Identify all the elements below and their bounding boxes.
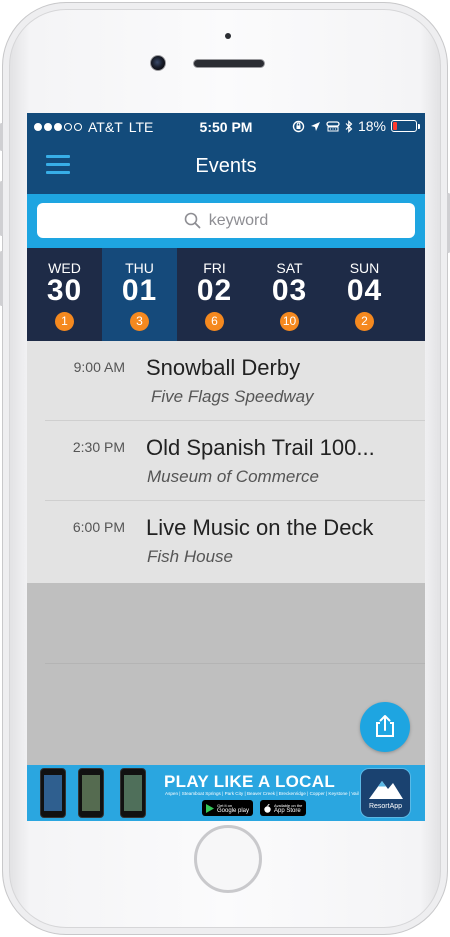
event-time: 9:00 AM xyxy=(73,359,125,375)
date-tab[interactable]: SUN 04 2 xyxy=(327,248,402,341)
day-number: 01 xyxy=(121,274,158,307)
navigation-bar: Events xyxy=(27,140,425,194)
home-button[interactable] xyxy=(194,825,262,893)
event-venue: Five Flags Speedway xyxy=(151,387,314,406)
event-time: 6:00 PM xyxy=(72,519,125,535)
ad-phone-image xyxy=(40,768,66,818)
front-camera xyxy=(150,55,166,71)
day-number: 04 xyxy=(346,274,383,307)
battery-icon xyxy=(391,120,420,132)
day-number: 02 xyxy=(196,274,233,307)
event-count-badge: 10 xyxy=(280,312,299,331)
day-number: 0 xyxy=(402,274,425,308)
date-tab[interactable]: SAT 03 10 xyxy=(252,248,327,341)
status-bar: AT&T LTE 5:50 PM 18% xyxy=(27,113,425,140)
apple-icon xyxy=(264,803,271,813)
day-number: 03 xyxy=(271,274,308,307)
mute-switch xyxy=(0,123,3,151)
event-count-badge: 1 xyxy=(55,312,74,331)
share-icon xyxy=(376,715,394,737)
ad-headline: PLAY LIKE A LOCAL xyxy=(164,772,336,791)
search-bar: keyword xyxy=(27,194,425,248)
google-play-badge[interactable]: Get it on Google play xyxy=(202,800,254,816)
share-button[interactable] xyxy=(360,702,410,752)
event-venue: Museum of Commerce xyxy=(147,467,319,486)
search-placeholder: keyword xyxy=(208,211,269,229)
volume-up-button xyxy=(0,181,3,236)
page-title: Events xyxy=(195,155,257,177)
event-title: Snowball Derby xyxy=(146,355,301,380)
search-input[interactable]: keyword xyxy=(37,203,415,238)
volume-down-button xyxy=(0,251,3,306)
search-icon xyxy=(184,212,201,229)
event-row[interactable]: 6:00 PM Live Music on the Deck Fish Hous… xyxy=(27,501,425,581)
ad-locations: Aspen | Steamboat Springs | Park City | … xyxy=(165,791,359,796)
ad-phone-image xyxy=(120,768,146,818)
event-title: Live Music on the Deck xyxy=(146,515,374,540)
event-venue: Fish House xyxy=(147,547,233,566)
orientation-lock-icon xyxy=(292,120,305,132)
day-number: 30 xyxy=(46,274,83,307)
location-arrow-icon xyxy=(310,121,320,131)
event-time: 2:30 PM xyxy=(72,439,125,455)
bluetooth-icon xyxy=(345,119,353,133)
tty-icon xyxy=(326,120,340,131)
date-tab[interactable]: THU 01 3 xyxy=(102,248,177,341)
proximity-sensor xyxy=(225,33,231,39)
event-title: Old Spanish Trail 100... xyxy=(146,435,375,460)
event-count-badge: 6 xyxy=(205,312,224,331)
ad-banner[interactable]: PLAY LIKE A LOCAL Aspen | Steamboat Spri… xyxy=(27,765,425,821)
app-store-text: App Store xyxy=(274,807,301,814)
google-play-icon xyxy=(206,803,214,813)
resortapp-logo: ResortApp xyxy=(360,768,411,818)
app-store-small-text: Available on the xyxy=(274,802,303,808)
date-tab[interactable]: FRI 02 6 xyxy=(177,248,252,341)
row-divider xyxy=(45,663,425,664)
ad-phone-image xyxy=(78,768,104,818)
event-list: 9:00 AM Snowball Derby Five Flags Speedw… xyxy=(27,341,425,583)
google-badge-text: Google play xyxy=(217,807,250,814)
date-tab[interactable]: WED 30 1 xyxy=(27,248,102,341)
event-count-badge: 3 xyxy=(130,312,149,331)
battery-percent: 18% xyxy=(357,118,386,134)
resortapp-label: ResortApp xyxy=(368,803,403,810)
app-screen: AT&T LTE 5:50 PM 18% Events keyword WED … xyxy=(27,113,425,821)
date-selector: WED 30 1 THU 01 3 FRI 02 6 SAT 03 10 SUN… xyxy=(27,248,425,341)
mountain-icon xyxy=(369,781,403,799)
earpiece-speaker xyxy=(193,59,265,68)
app-store-badge[interactable]: Available on the App Store xyxy=(260,800,307,816)
event-row[interactable]: 9:00 AM Snowball Derby Five Flags Speedw… xyxy=(27,341,425,421)
event-row[interactable]: 2:30 PM Old Spanish Trail 100... Museum … xyxy=(27,421,425,501)
event-count-badge: 2 xyxy=(355,312,374,331)
date-tab[interactable]: 0 xyxy=(402,248,425,341)
